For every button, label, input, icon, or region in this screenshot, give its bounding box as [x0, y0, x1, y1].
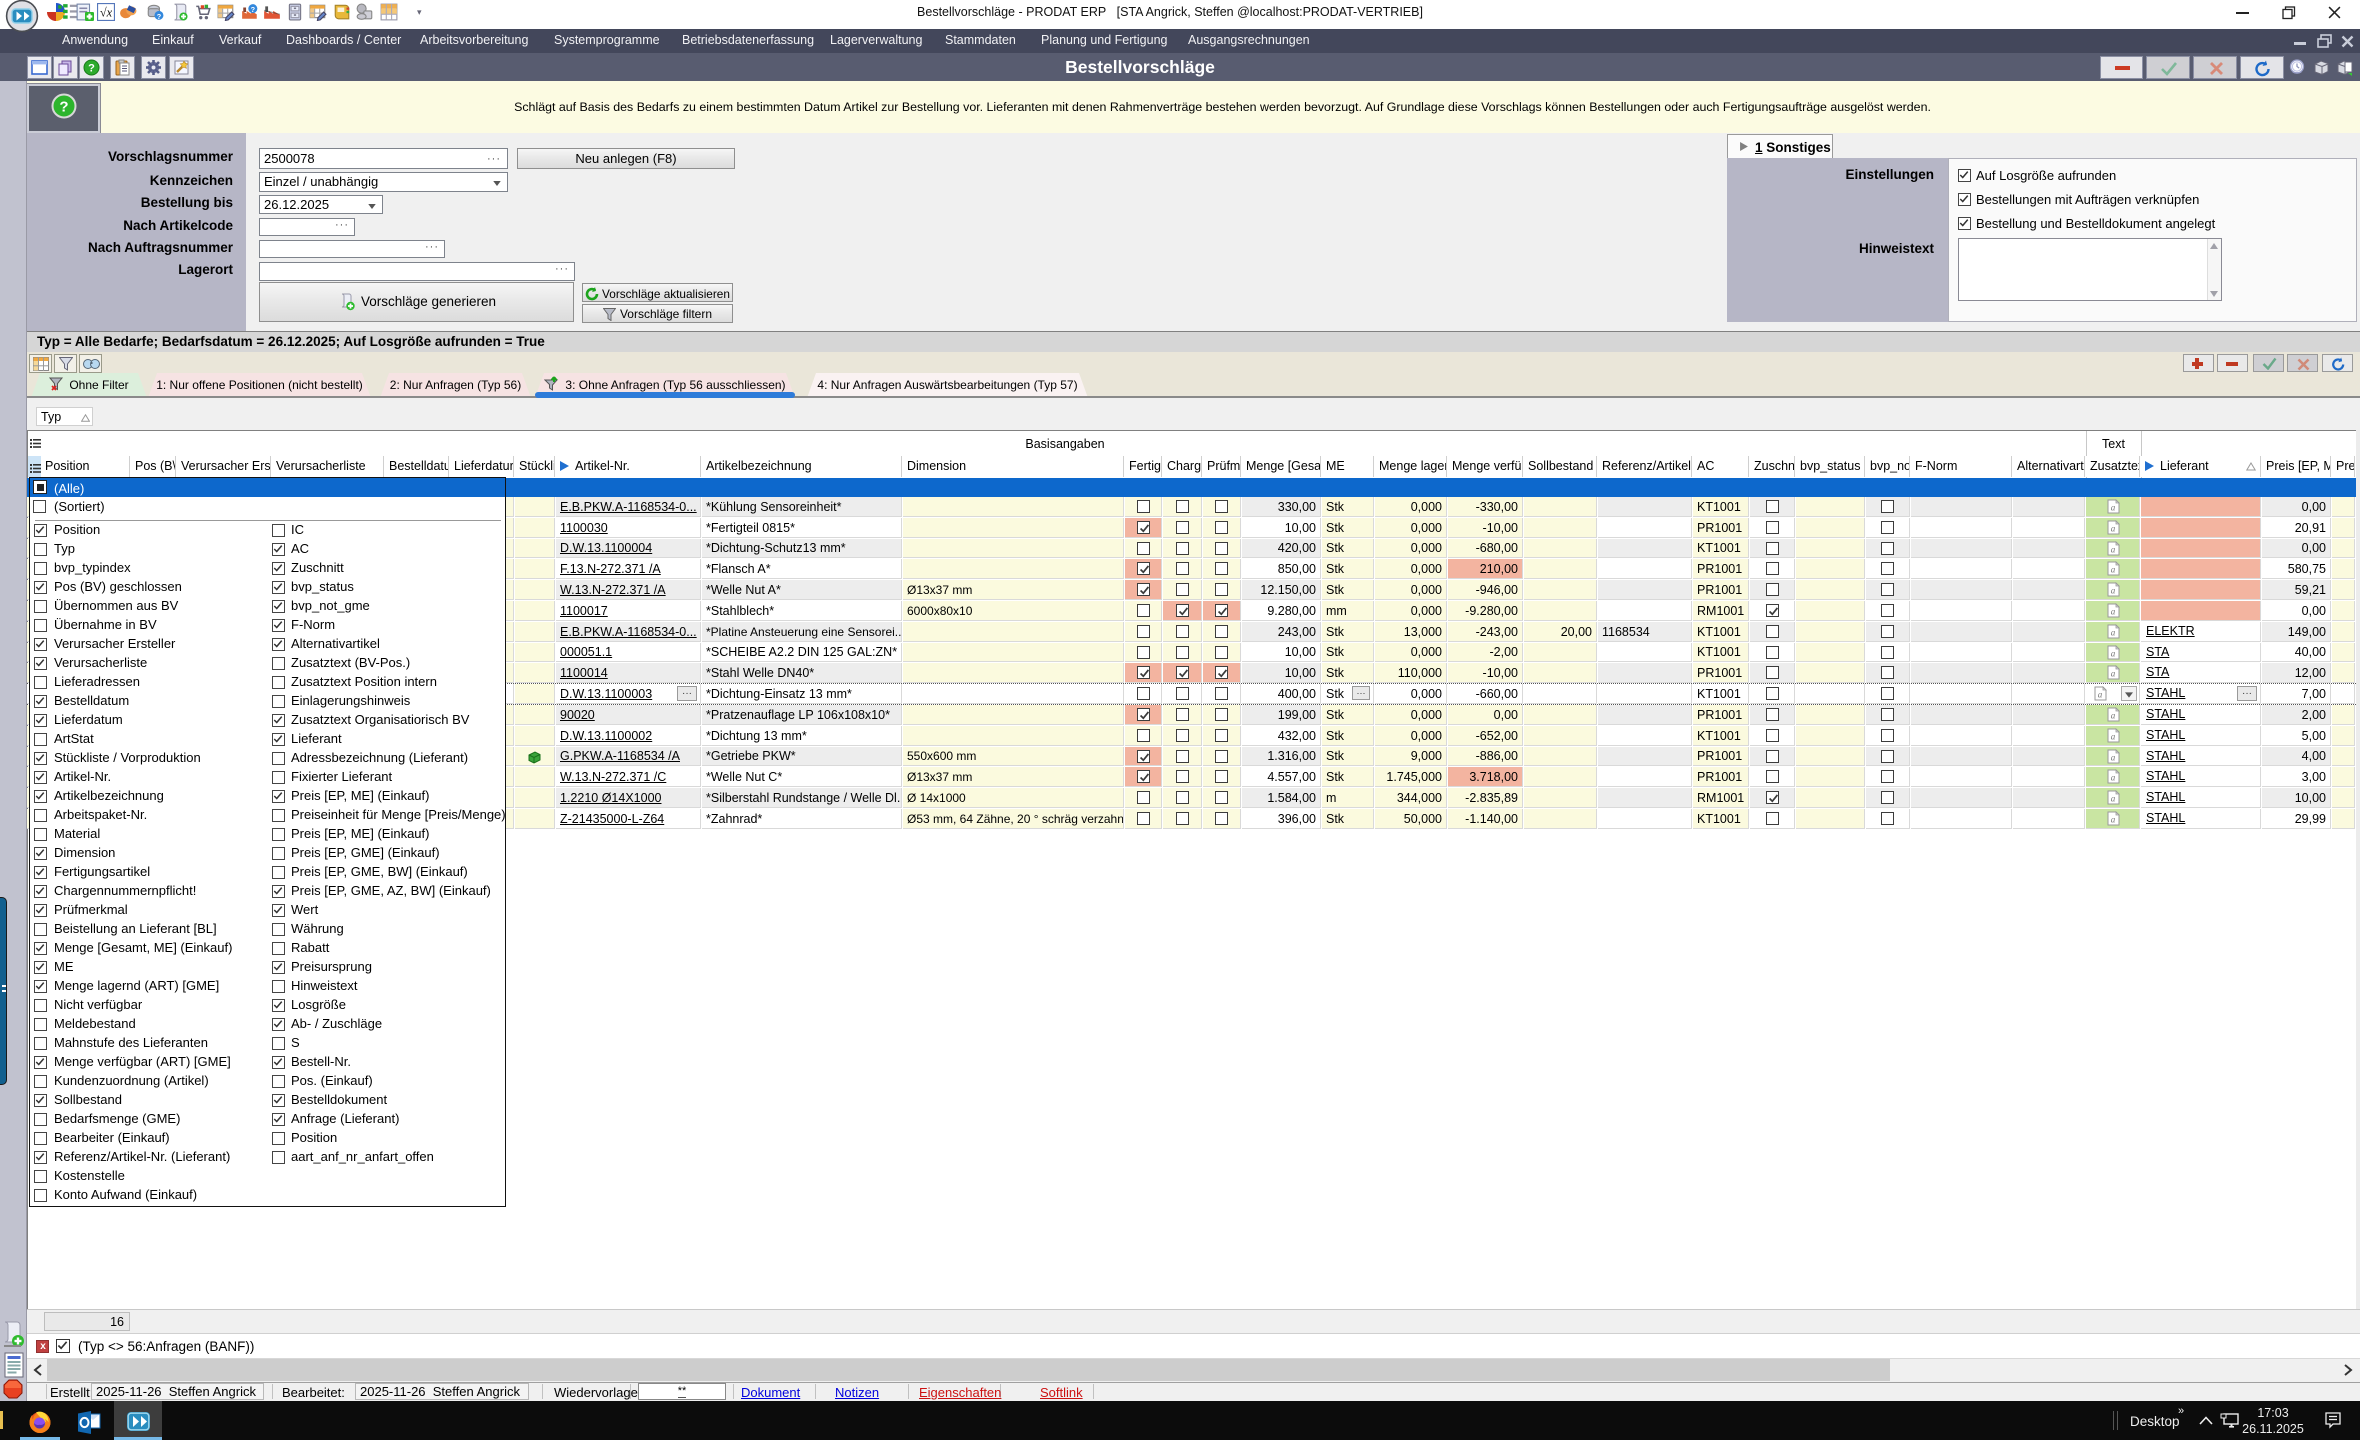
svg-text:a: a — [2111, 815, 2116, 825]
svg-text:a: a — [2111, 545, 2116, 555]
svg-text:a: a — [2111, 524, 2116, 534]
svg-text:a: a — [2098, 690, 2103, 700]
svg-text:a: a — [2111, 565, 2116, 575]
svg-text:a: a — [2111, 732, 2116, 742]
svg-text:a: a — [2111, 773, 2116, 783]
svg-text:a: a — [2111, 711, 2116, 721]
svg-text:a: a — [2111, 607, 2116, 617]
svg-text:?: ? — [88, 63, 95, 75]
svg-text:a: a — [2111, 649, 2116, 659]
svg-text:a: a — [2111, 503, 2116, 513]
svg-text:a: a — [2111, 628, 2116, 638]
svg-text:?: ? — [59, 99, 68, 116]
svg-text:a: a — [2111, 753, 2116, 763]
svg-text:a: a — [2111, 669, 2116, 679]
svg-text:a: a — [2111, 586, 2116, 596]
svg-text:a: a — [2111, 794, 2116, 804]
